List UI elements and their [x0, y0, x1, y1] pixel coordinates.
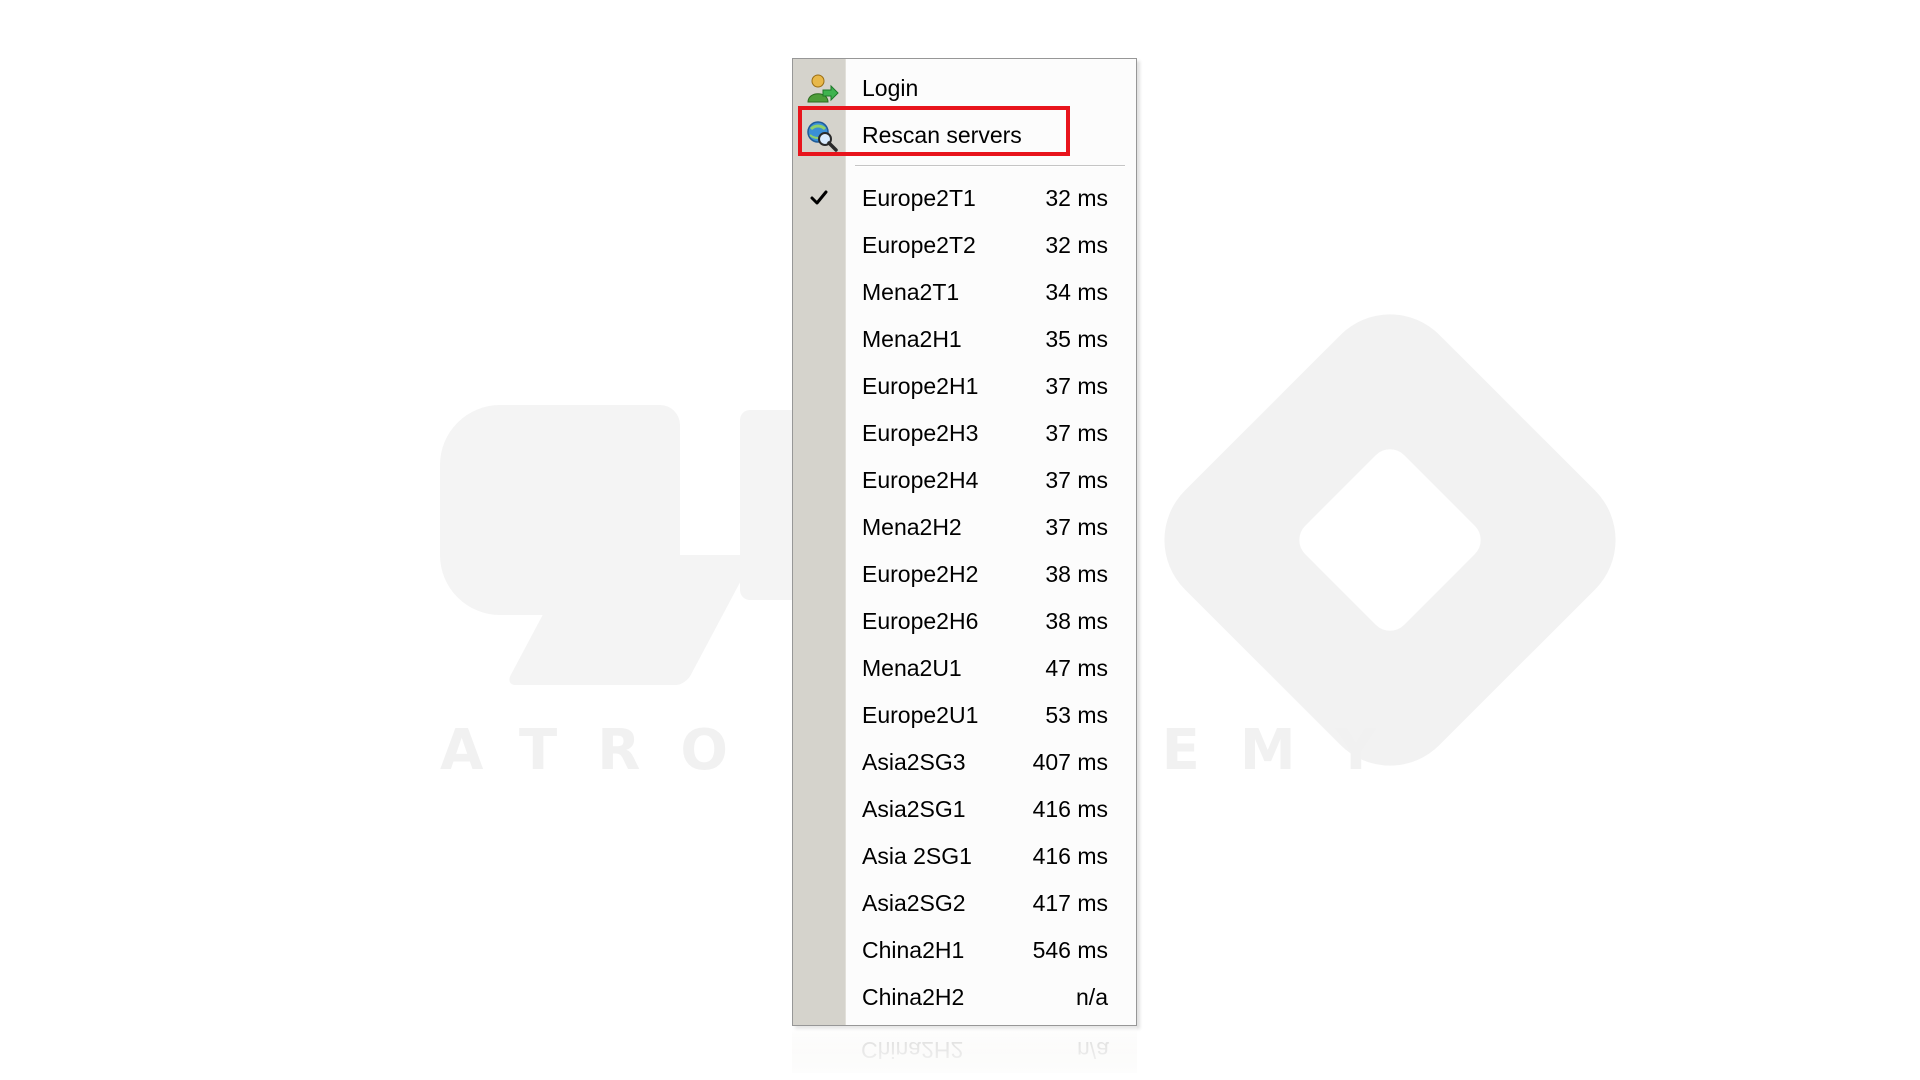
server-ping: 34 ms: [1045, 279, 1108, 305]
server-item-europe2u1[interactable]: Europe2U1 53 ms: [793, 692, 1136, 739]
server-ping: 37 ms: [1045, 514, 1108, 540]
server-ping: 32 ms: [1045, 185, 1108, 211]
server-ping: 37 ms: [1045, 467, 1108, 493]
server-context-menu: Login Rescan servers Europe2T1 32 ms Eur…: [792, 58, 1137, 1026]
server-item-china2h2[interactable]: China2H2 n/a: [793, 974, 1136, 1021]
server-name: Europe2T2: [862, 232, 976, 258]
server-ping: 47 ms: [1045, 655, 1108, 681]
server-name: Mena2T1: [862, 279, 960, 305]
server-item-europe2t1[interactable]: Europe2T1 32 ms: [793, 175, 1136, 222]
checkmark-icon: [809, 187, 829, 207]
server-item-europe2h1[interactable]: Europe2H1 37 ms: [793, 363, 1136, 410]
server-ping: 32 ms: [1045, 232, 1108, 258]
server-name: Asia 2SG1: [862, 843, 972, 869]
server-name: Europe2H4: [862, 467, 979, 493]
server-ping: 38 ms: [1045, 561, 1108, 587]
server-name: Asia2SG3: [862, 749, 966, 775]
server-ping: 546 ms: [1032, 937, 1108, 963]
server-item-mena2h2[interactable]: Mena2H2 37 ms: [793, 504, 1136, 551]
server-name: Europe2T1: [862, 185, 976, 211]
server-item-europe2h6[interactable]: Europe2H6 38 ms: [793, 598, 1136, 645]
server-ping: 417 ms: [1032, 890, 1108, 916]
server-name: Asia2SG1: [862, 796, 966, 822]
server-item-europe2h2[interactable]: Europe2H2 38 ms: [793, 551, 1136, 598]
server-name: Mena2H2: [862, 514, 962, 540]
highlight-annotation-box: [798, 106, 1070, 156]
server-ping: 53 ms: [1045, 702, 1108, 728]
server-item-asia2sg3[interactable]: Asia2SG3 407 ms: [793, 739, 1136, 786]
server-name: Mena2H1: [862, 326, 962, 352]
server-name: Europe2H3: [862, 420, 979, 446]
server-ping: 37 ms: [1045, 373, 1108, 399]
server-item-asia-2sg1[interactable]: Asia 2SG1 416 ms: [793, 833, 1136, 880]
server-item-mena2u1[interactable]: Mena2U1 47 ms: [793, 645, 1136, 692]
menu-item-label: Login: [862, 75, 919, 101]
server-item-asia2sg1[interactable]: Asia2SG1 416 ms: [793, 786, 1136, 833]
server-ping: 407 ms: [1032, 749, 1108, 775]
server-name: Europe2H6: [862, 608, 979, 634]
server-ping: 37 ms: [1045, 420, 1108, 446]
menu-item-login[interactable]: Login: [793, 65, 1136, 112]
server-item-europe2t2[interactable]: Europe2T2 32 ms: [793, 222, 1136, 269]
server-item-europe2h4[interactable]: Europe2H4 37 ms: [793, 457, 1136, 504]
server-item-asia2sg2[interactable]: Asia2SG2 417 ms: [793, 880, 1136, 927]
server-ping: 35 ms: [1045, 326, 1108, 352]
server-item-mena2h1[interactable]: Mena2H1 35 ms: [793, 316, 1136, 363]
server-name: Europe2U1: [862, 702, 979, 728]
reflection-fade: [792, 1026, 1137, 1080]
server-name: Asia2SG2: [862, 890, 966, 916]
server-name: China2H2: [862, 984, 965, 1010]
server-name: China2H1: [862, 937, 965, 963]
server-ping: n/a: [1076, 984, 1108, 1010]
server-item-china2h1[interactable]: China2H1 546 ms: [793, 927, 1136, 974]
server-name: Europe2H1: [862, 373, 979, 399]
server-item-europe2h3[interactable]: Europe2H3 37 ms: [793, 410, 1136, 457]
server-ping: 416 ms: [1032, 796, 1108, 822]
server-ping: 416 ms: [1032, 843, 1108, 869]
server-item-mena2t1[interactable]: Mena2T1 34 ms: [793, 269, 1136, 316]
screenshot-canvas: ATRO ACADEMY Login: [0, 0, 1920, 1080]
server-ping: 38 ms: [1045, 608, 1108, 634]
menu-reflection: China2H2 n/a: [792, 1026, 1137, 1080]
server-name: Mena2U1: [862, 655, 962, 681]
login-user-icon: [805, 72, 839, 106]
menu-separator: [855, 165, 1125, 167]
server-name: Europe2H2: [862, 561, 979, 587]
